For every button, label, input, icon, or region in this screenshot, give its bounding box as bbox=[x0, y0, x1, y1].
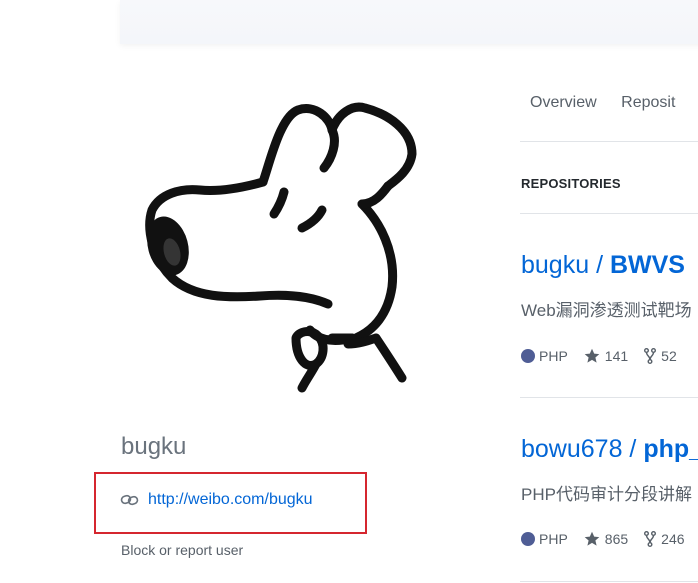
tab-repositories[interactable]: Reposit bbox=[611, 94, 685, 112]
section-divider bbox=[520, 213, 698, 214]
repo-divider bbox=[520, 397, 698, 398]
repo-meta-2: PHP 865 246 bbox=[521, 531, 698, 547]
block-report-link[interactable]: Block or report user bbox=[121, 542, 243, 558]
language-label: PHP bbox=[539, 531, 568, 547]
dog-sketch-avatar-icon bbox=[145, 102, 417, 393]
repo-name[interactable]: php_ bbox=[643, 435, 698, 463]
repo-separator: / bbox=[622, 435, 644, 463]
repo-meta-1: PHP 141 52 bbox=[521, 348, 693, 364]
repo-owner[interactable]: bugku bbox=[521, 251, 589, 279]
stars-count: 865 bbox=[604, 531, 629, 547]
profile-name: bugku bbox=[121, 433, 187, 460]
repo-stars[interactable]: 865 bbox=[584, 531, 628, 547]
profile-website-link[interactable]: http://weibo.com/bugku bbox=[120, 491, 313, 509]
tab-divider bbox=[520, 141, 698, 142]
repo-divider bbox=[520, 581, 698, 582]
header-bar bbox=[120, 0, 698, 44]
star-icon bbox=[584, 348, 600, 363]
repo-language: PHP bbox=[521, 348, 568, 364]
repo-separator: / bbox=[589, 251, 610, 279]
fork-icon bbox=[644, 531, 657, 547]
forks-count: 52 bbox=[661, 348, 677, 364]
tab-overview[interactable]: Overview bbox=[520, 94, 607, 112]
forks-count: 246 bbox=[661, 531, 685, 547]
repo-description-1: Web漏洞渗透测试靶场 bbox=[521, 301, 692, 320]
repo-title-1[interactable]: bugku / BWVS bbox=[521, 251, 685, 280]
repo-title-2[interactable]: bowu678 / php_ bbox=[521, 435, 698, 464]
repo-owner[interactable]: bowu678 bbox=[521, 435, 622, 463]
language-color-dot bbox=[521, 349, 535, 363]
profile-link-text[interactable]: http://weibo.com/bugku bbox=[148, 491, 313, 509]
repo-name[interactable]: BWVS bbox=[610, 251, 685, 279]
repo-language: PHP bbox=[521, 531, 568, 547]
language-color-dot bbox=[521, 532, 535, 546]
repo-forks[interactable]: 52 bbox=[644, 348, 677, 364]
profile-avatar[interactable] bbox=[120, 82, 450, 412]
repo-forks[interactable]: 246 bbox=[644, 531, 685, 547]
stars-count: 141 bbox=[604, 348, 629, 364]
repo-description-2: PHP代码审计分段讲解 bbox=[521, 485, 692, 504]
fork-icon bbox=[644, 348, 657, 364]
repo-stars[interactable]: 141 bbox=[584, 348, 628, 364]
profile-nav-tabs: Overview Reposit bbox=[520, 94, 685, 112]
link-icon bbox=[120, 492, 140, 508]
repositories-section-title: REPOSITORIES bbox=[521, 176, 621, 191]
language-label: PHP bbox=[539, 348, 568, 364]
star-icon bbox=[584, 531, 600, 546]
